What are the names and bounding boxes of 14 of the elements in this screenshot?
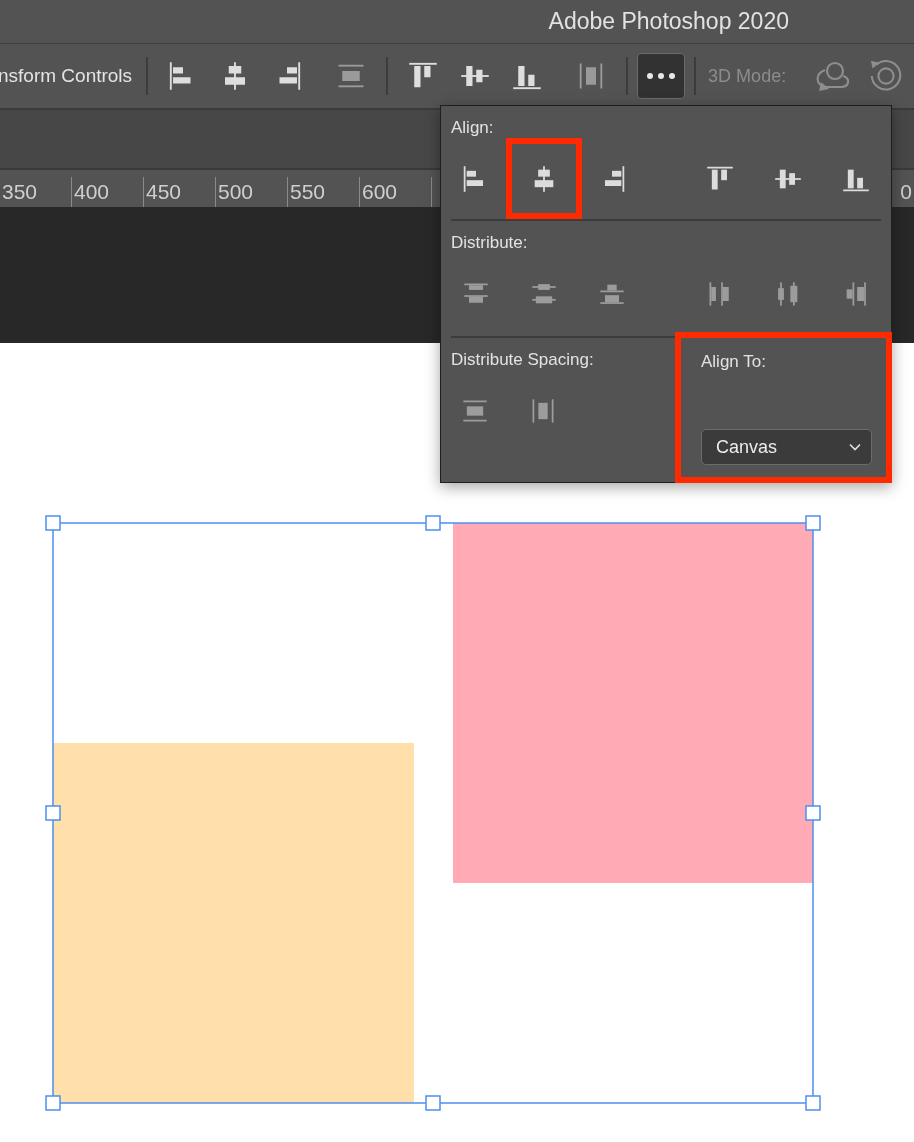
chevron-icon [849,443,861,451]
ruler-label: 0 [899,179,913,205]
section-label: Align To: [700,351,766,372]
section-label: Distribute Spacing: [451,349,595,370]
toolbar-label: nsform Controls [0,65,134,87]
window-title: Adobe Photoshop 2020 [548,8,789,35]
mode-label: 3D Mode: [708,65,787,87]
section-label: Align: [450,117,494,138]
more-button[interactable] [637,53,686,99]
align-hcenter-button[interactable] [506,138,582,219]
section-label: Distribute: [450,232,528,253]
more-icon [646,72,677,80]
align-to-dropdown[interactable]: Canvas [701,429,872,465]
align-top-icon [706,164,734,193]
